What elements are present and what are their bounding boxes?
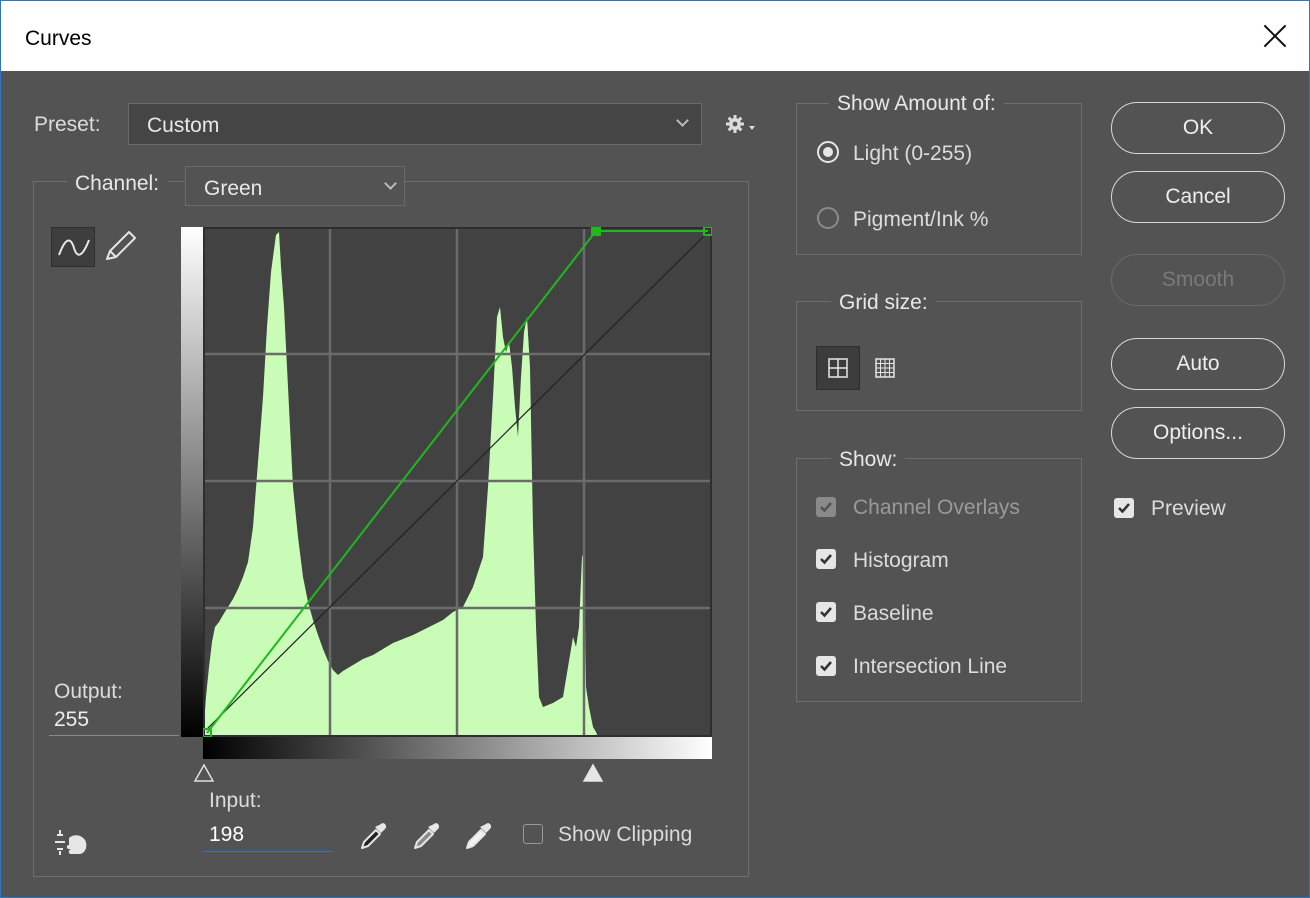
ok-button[interactable]: OK (1111, 102, 1285, 154)
show-clipping-label[interactable]: Show Clipping (558, 823, 692, 847)
black-point-slider[interactable] (193, 763, 215, 783)
pencil-icon[interactable] (101, 227, 141, 267)
channel-overlays-checkbox (816, 497, 836, 517)
smooth-button: Smooth (1111, 254, 1285, 306)
curves-dialog: Curves Preset: Custom Channel: Green Out… (0, 0, 1310, 898)
output-value: 255 (54, 708, 90, 731)
on-image-adjust-icon[interactable] (53, 826, 93, 860)
histogram-checkbox[interactable] (816, 549, 836, 569)
light-radio-label[interactable]: Light (0-255) (853, 142, 972, 166)
curve-mode-icon[interactable] (51, 227, 95, 267)
detailed-grid-icon[interactable] (863, 346, 907, 390)
title-bar: Curves (1, 1, 1309, 71)
show-amount-group (796, 103, 1082, 255)
gray-eyedropper-icon[interactable] (409, 818, 443, 852)
curve-graph[interactable] (203, 227, 712, 737)
options-button[interactable]: Options... (1111, 407, 1285, 459)
baseline-checkbox[interactable] (816, 602, 836, 622)
preset-value: Custom (147, 114, 220, 137)
preview-checkbox[interactable] (1114, 498, 1134, 518)
curve-control-point[interactable] (591, 227, 602, 236)
output-underline (49, 735, 179, 736)
show-title: Show: (831, 448, 906, 472)
input-gradient (203, 737, 712, 759)
pigment-radio-label[interactable]: Pigment/Ink % (853, 208, 988, 232)
auto-button[interactable]: Auto (1111, 338, 1285, 390)
channel-select[interactable]: Green (185, 166, 405, 206)
curve-graph-svg (203, 227, 712, 737)
light-radio[interactable] (817, 141, 839, 163)
output-label: Output: (54, 680, 123, 703)
show-clipping-checkbox[interactable] (523, 824, 543, 844)
grid-size-title: Grid size: (831, 291, 936, 315)
channel-overlays-label: Channel Overlays (853, 496, 1020, 519)
input-label: Input: (209, 789, 262, 812)
output-gradient (181, 227, 203, 737)
channel-value: Green (204, 177, 263, 200)
show-amount-title: Show Amount of: (829, 92, 1004, 116)
input-field[interactable] (204, 819, 332, 852)
pigment-radio[interactable] (817, 207, 839, 229)
baseline-label[interactable]: Baseline (853, 602, 934, 626)
intersection-line-checkbox[interactable] (816, 656, 836, 676)
gear-icon[interactable] (725, 113, 761, 137)
chevron-down-icon (676, 114, 689, 127)
window-title: Curves (25, 27, 92, 50)
preset-label: Preset: (34, 113, 101, 136)
close-icon[interactable] (1255, 17, 1295, 57)
cancel-button[interactable]: Cancel (1111, 171, 1285, 223)
histogram-label[interactable]: Histogram (853, 549, 949, 573)
white-eyedropper-icon[interactable] (461, 818, 495, 852)
chevron-down-icon (384, 177, 397, 190)
channel-label: Channel: (67, 172, 168, 196)
simple-grid-icon[interactable] (816, 346, 860, 390)
black-eyedropper-icon[interactable] (356, 818, 390, 852)
preview-label[interactable]: Preview (1151, 497, 1226, 521)
intersection-line-label[interactable]: Intersection Line (853, 655, 1007, 679)
preset-select[interactable]: Custom (128, 103, 702, 145)
white-point-slider[interactable] (582, 763, 604, 783)
